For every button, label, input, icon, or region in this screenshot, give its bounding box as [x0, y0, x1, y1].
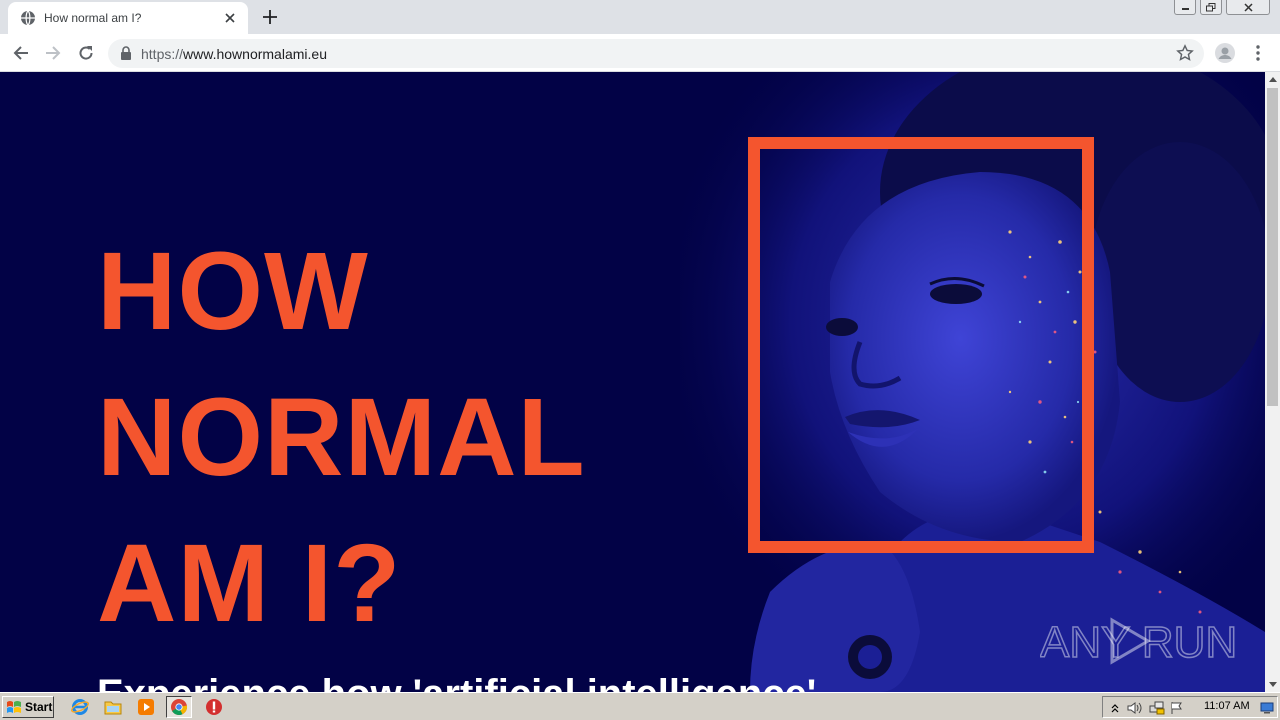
tab-title: How normal am I? [44, 11, 142, 25]
speaker-icon[interactable] [1127, 700, 1143, 716]
windows-taskbar: Start 11:07 AM [0, 692, 1280, 720]
reload-button[interactable] [74, 41, 98, 65]
close-icon[interactable] [222, 10, 238, 26]
close-icon [1243, 2, 1253, 12]
heading-line: AM I? [97, 522, 402, 645]
browser-menu-button[interactable] [1250, 43, 1266, 63]
lock-icon [121, 46, 131, 60]
chrome-icon[interactable] [166, 696, 192, 718]
reload-icon [79, 46, 93, 60]
scroll-up-arrow-icon [1268, 77, 1277, 82]
plus-icon [263, 10, 277, 24]
scrollbar-thumb[interactable] [1267, 88, 1278, 406]
start-button[interactable]: Start [2, 696, 54, 718]
folder-icon[interactable] [103, 697, 123, 717]
orange-frame [748, 137, 1094, 553]
star-icon[interactable] [1176, 44, 1194, 62]
network-icon[interactable] [1149, 700, 1165, 716]
flag-icon[interactable] [1169, 700, 1185, 716]
heading-line: NORMAL [97, 376, 586, 499]
stop-icon[interactable] [204, 697, 224, 717]
close-window-button[interactable] [1226, 0, 1270, 15]
browser-tab[interactable]: How normal am I? [8, 2, 248, 34]
vertical-scrollbar[interactable] [1265, 72, 1280, 692]
clock[interactable]: 11:07 AM [1204, 700, 1250, 712]
back-button[interactable] [9, 41, 33, 65]
scroll-down-arrow-icon [1268, 682, 1277, 687]
anyrun-watermark-logo: ANY RUN [1040, 617, 1235, 668]
url-host: www.hownormalami.eu [183, 46, 327, 62]
windows-logo-icon [7, 701, 21, 713]
restore-button[interactable] [1200, 0, 1222, 15]
arrow-left-icon [13, 46, 28, 60]
browser-toolbar: https://www.hownormalami.eu [0, 34, 1280, 72]
tab-strip: How normal am I? [0, 0, 1280, 34]
start-label: Start [25, 700, 53, 714]
forward-button[interactable] [41, 41, 65, 65]
scroll-up-button[interactable] [1265, 72, 1280, 87]
new-tab-button[interactable] [258, 6, 282, 28]
url-text[interactable]: https://www.hownormalami.eu [141, 46, 327, 62]
page-subtitle: Experience how 'artificial intelligence'… [97, 672, 861, 692]
url-scheme: https:// [141, 46, 184, 62]
kebab-menu-icon [1256, 45, 1260, 61]
window-controls [1174, 0, 1270, 18]
minimize-button[interactable] [1174, 0, 1196, 15]
arrow-right-icon [46, 46, 61, 60]
globe-icon [21, 10, 35, 26]
page-viewport: HOW NORMAL AM I? Experience how 'artific… [0, 72, 1265, 692]
media-player-icon[interactable] [136, 697, 156, 717]
watermark-any-text: ANY RUN [1040, 618, 1235, 667]
desktop-icon[interactable] [1259, 700, 1275, 716]
minimize-icon [1181, 8, 1189, 10]
system-tray: 11:07 AM [1102, 696, 1278, 718]
scroll-down-button[interactable] [1265, 677, 1280, 692]
page-heading: HOW NORMAL AM I? [97, 219, 586, 657]
avatar-icon[interactable] [1214, 42, 1236, 64]
heading-line: HOW [97, 230, 369, 353]
chevron-up-icon[interactable] [1107, 700, 1123, 716]
restore-icon [1206, 2, 1216, 11]
internet-explorer-icon[interactable] [70, 697, 90, 717]
address-bar[interactable]: https://www.hownormalami.eu [108, 39, 1204, 68]
